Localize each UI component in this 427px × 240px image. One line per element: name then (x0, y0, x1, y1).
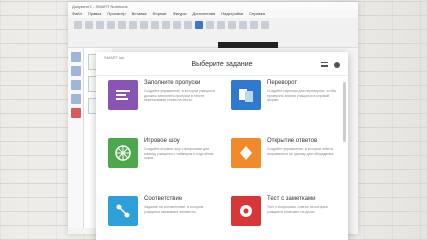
menu-addons[interactable]: Дополнения (193, 11, 216, 17)
activity-name: Заполните пропуски (144, 80, 201, 86)
activity-card-matching[interactable]: Соответствие Задание на соответствие, в к… (108, 196, 217, 240)
activity-card-quiz[interactable]: Тест с заметками Тест с вопросами, ответы… (231, 196, 340, 240)
flip-card-icon (231, 80, 261, 110)
properties-icon[interactable] (71, 94, 81, 104)
dialog-header: SMART lab Выберите задание (96, 52, 348, 76)
addons-icon[interactable] (71, 108, 81, 118)
activity-name: Переворот (267, 80, 298, 86)
activity-desc: Задание на соответствие, в котором учащи… (144, 205, 204, 214)
back-icon[interactable] (74, 21, 82, 29)
activity-desc: Тест с вопросами, ответы на которые учащ… (267, 205, 328, 214)
menu-plugins[interactable]: Надстройки (221, 11, 243, 17)
scrollbar[interactable] (343, 82, 346, 142)
activity-card-reveal[interactable]: Открытие ответов Создайте упражнение, в к… (231, 138, 340, 186)
side-tabs (68, 48, 84, 228)
menu-insert[interactable]: Вставка (132, 11, 147, 17)
pen-icon[interactable] (206, 21, 214, 29)
dialog-icons (321, 62, 340, 68)
add-page-icon[interactable] (96, 21, 104, 29)
activity-card-flip[interactable]: Переворот Создайте карточки для переворот… (231, 80, 340, 128)
paste-icon[interactable] (140, 21, 148, 29)
table-icon[interactable] (184, 21, 192, 29)
activity-desc: Создайте упражнение, в котором ответы от… (267, 147, 335, 156)
quiz-icon (231, 196, 261, 226)
select-activity-dialog: SMART lab Выберите задание Заполните про… (96, 52, 348, 240)
text-icon[interactable] (250, 21, 258, 29)
menu-bar: Файл Правка Просмотр Вставка Формат Фигу… (68, 10, 358, 18)
activity-desc: Создайте упражнение, в котором учащиеся … (144, 89, 215, 102)
activity-grid: Заполните пропуски Создайте упражнение, в… (108, 80, 340, 240)
menu-view[interactable]: Просмотр (107, 11, 125, 17)
page-sorter-icon[interactable] (71, 52, 81, 62)
screen-shade-icon[interactable] (173, 21, 181, 29)
activity-name: Соответствие (144, 196, 183, 202)
dialog-title: Выберите задание (191, 61, 253, 68)
match-icon (108, 196, 138, 226)
redo-icon[interactable] (162, 21, 170, 29)
menu-icon[interactable] (321, 62, 328, 67)
activity-card-game-show[interactable]: Игровое шоу Создайте игровое шоу с вопрос… (108, 138, 217, 186)
activity-desc: Создайте игровое шоу с вопросами для ком… (144, 147, 214, 160)
activity-name: Открытие ответов (267, 138, 318, 144)
line-icon[interactable] (228, 21, 236, 29)
activity-name: Игровое шоу (144, 138, 180, 144)
wheel-icon (108, 138, 138, 168)
text-lines-icon (108, 80, 138, 110)
menu-shapes[interactable]: Фигуры (173, 11, 187, 17)
delete-page-icon[interactable] (107, 21, 115, 29)
toolbar (68, 18, 358, 48)
activity-name: Тест с заметками (267, 196, 316, 202)
window-title: Документ1 - SMART Notebook (68, 2, 358, 10)
dark-banner (218, 42, 278, 48)
save-icon[interactable] (129, 21, 137, 29)
fill-icon[interactable] (261, 21, 269, 29)
eraser-icon[interactable] (217, 21, 225, 29)
account-icon[interactable] (334, 62, 340, 68)
activity-card-fill-blanks[interactable]: Заполните пропуски Создайте упражнение, в… (108, 80, 217, 128)
gallery-icon[interactable] (71, 66, 81, 76)
menu-file[interactable]: Файл (72, 11, 82, 17)
activity-desc: Создайте карточки для переворота, чтобы … (267, 89, 337, 102)
undo-icon[interactable] (151, 21, 159, 29)
shape-icon[interactable] (239, 21, 247, 29)
select-icon[interactable] (195, 21, 203, 29)
reveal-icon (231, 138, 261, 168)
menu-format[interactable]: Формат (153, 11, 167, 17)
forward-icon[interactable] (85, 21, 93, 29)
menu-edit[interactable]: Правка (88, 11, 102, 17)
menu-help[interactable]: Справка (249, 11, 265, 17)
dialog-small-label: SMART lab (104, 55, 125, 60)
open-icon[interactable] (118, 21, 126, 29)
attachments-icon[interactable] (71, 80, 81, 90)
